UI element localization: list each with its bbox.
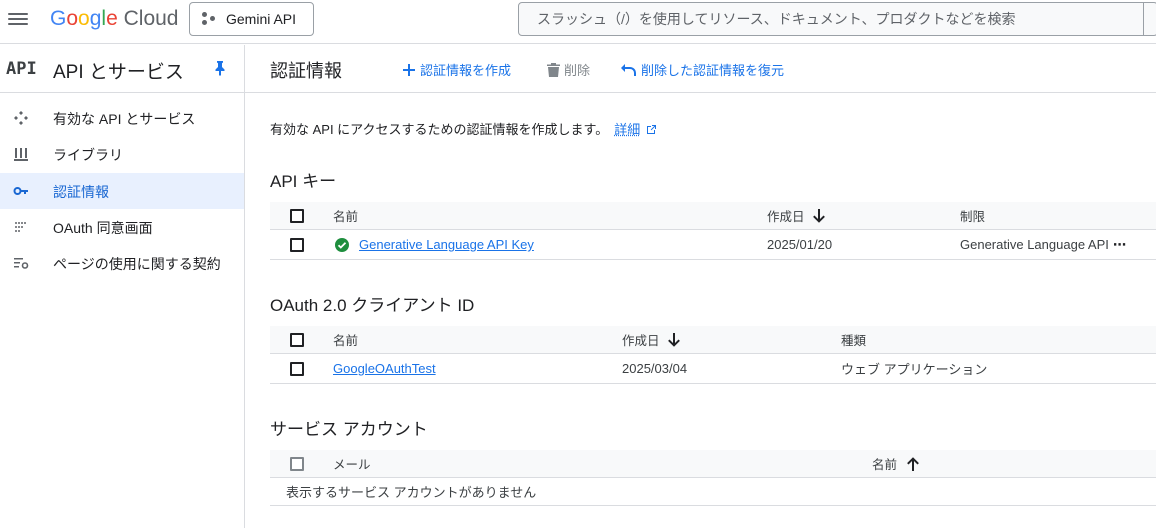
sidebar-item-enabled-apis[interactable]: 有効な API とサービス (0, 100, 244, 136)
undo-icon (621, 64, 637, 76)
pin-icon[interactable] (213, 60, 227, 76)
col-created[interactable]: 作成日 (767, 202, 825, 229)
sidebar-item-label: 有効な API とサービス (53, 109, 195, 129)
type-cell: ウェブ アプリケーション (841, 354, 987, 383)
empty-state-row: 表示するサービス アカウントがありません (270, 478, 1156, 506)
project-icon (202, 12, 216, 26)
arrow-down-icon (668, 333, 680, 347)
search-input[interactable]: スラッシュ（/）を使用してリソース、ドキュメント、プロダクトなどを検索 (518, 2, 1156, 36)
select-all-checkbox[interactable] (290, 457, 304, 471)
col-type: 種類 (841, 326, 866, 353)
row-checkbox-cell (290, 230, 304, 259)
select-all-checkbox[interactable] (290, 333, 304, 347)
sidebar: API API とサービス 有効な API とサービス ライブラリ 認証情報 O… (0, 45, 245, 528)
sidebar-header: API API とサービス (0, 45, 244, 93)
table-row: Generative Language API Key 2025/01/20 G… (270, 230, 1156, 260)
sidebar-item-label: ライブラリ (53, 145, 123, 165)
plus-icon (402, 63, 416, 77)
table-header: 名前 作成日 制限 (270, 202, 1156, 230)
table-header: 名前 作成日 種類 (270, 326, 1156, 354)
sidebar-item-oauth-consent[interactable]: OAuth 同意画面 (0, 209, 244, 245)
row-checkbox[interactable] (290, 362, 304, 376)
google-cloud-logo[interactable]: Google Cloud (50, 8, 178, 30)
delete-button[interactable]: 削除 (547, 60, 590, 79)
name-cell: Generative Language API Key (335, 230, 534, 259)
col-email: メール (333, 450, 371, 477)
api-badge-icon: API (6, 59, 37, 79)
consent-icon (13, 219, 29, 235)
select-all-checkbox-cell (290, 202, 304, 229)
search-placeholder: スラッシュ（/）を使用してリソース、ドキュメント、プロダクトなどを検索 (537, 9, 1016, 29)
intro-text: 有効な API にアクセスするための認証情報を作成します。 詳細 (270, 119, 657, 138)
sidebar-title: API とサービス (53, 57, 184, 84)
col-name: 名前 (333, 202, 358, 229)
col-name-label: 名前 (872, 454, 897, 473)
api-services-icon (13, 110, 29, 126)
col-created-label: 作成日 (767, 206, 805, 225)
table-row: GoogleOAuthTest 2025/03/04 ウェブ アプリケーション (270, 354, 1156, 384)
restore-deleted-button[interactable]: 削除した認証情報を復元 (621, 60, 784, 79)
main-content: 認証情報 認証情報を作成 削除 削除した認証情報を復元 有効な API にアクセ… (245, 45, 1156, 528)
service-accounts-table: メール 名前 表示するサービス アカウントがありません (270, 450, 1156, 506)
arrow-down-icon (813, 209, 825, 223)
table-header: メール 名前 (270, 450, 1156, 478)
learn-more-label: 詳細 (614, 122, 640, 137)
api-keys-title: API キー (270, 167, 336, 192)
sidebar-item-credentials[interactable]: 認証情報 (0, 173, 244, 209)
row-checkbox[interactable] (290, 238, 304, 252)
key-icon (13, 183, 29, 199)
search-divider (1143, 2, 1144, 36)
more-actions-icon[interactable]: ⋯ (1113, 230, 1126, 259)
name-cell: GoogleOAuthTest (333, 354, 436, 383)
page-header: 認証情報 認証情報を作成 削除 削除した認証情報を復元 (245, 45, 1156, 93)
external-link-icon (646, 124, 657, 135)
sidebar-item-page-usage[interactable]: ページの使用に関する契約 (0, 245, 244, 281)
col-created[interactable]: 作成日 (622, 326, 680, 353)
api-key-link[interactable]: Generative Language API Key (359, 237, 534, 252)
create-credentials-label: 認証情報を作成 (420, 60, 511, 79)
trash-icon (547, 63, 560, 77)
oauth-title: OAuth 2.0 クライアント ID (270, 291, 474, 316)
create-credentials-button[interactable]: 認証情報を作成 (402, 60, 511, 79)
learn-more-link[interactable]: 詳細 (614, 122, 640, 137)
service-accounts-title: サービス アカウント (270, 415, 428, 440)
page-title: 認証情報 (270, 57, 342, 83)
library-icon (13, 146, 29, 162)
col-restriction: 制限 (960, 202, 985, 229)
check-circle-icon (335, 238, 349, 252)
col-name[interactable]: 名前 (872, 450, 919, 477)
oauth-client-link[interactable]: GoogleOAuthTest (333, 361, 436, 376)
col-name: 名前 (333, 326, 358, 353)
created-cell: 2025/03/04 (622, 354, 687, 383)
select-all-checkbox-cell (290, 450, 304, 477)
empty-state-text: 表示するサービス アカウントがありません (286, 478, 536, 505)
oauth-table: 名前 作成日 種類 GoogleOAuthTest 2025/03/04 ウェブ… (270, 326, 1156, 384)
project-label: Gemini API (226, 11, 296, 27)
row-checkbox-cell (290, 354, 304, 383)
arrow-up-icon (907, 457, 919, 471)
delete-label: 削除 (564, 60, 590, 79)
intro-description: 有効な API にアクセスするための認証情報を作成します。 (270, 122, 608, 137)
sidebar-item-library[interactable]: ライブラリ (0, 136, 244, 172)
settings-list-icon (13, 255, 29, 271)
created-cell: 2025/01/20 (767, 230, 832, 259)
restore-label: 削除した認証情報を復元 (641, 60, 784, 79)
select-all-checkbox[interactable] (290, 209, 304, 223)
sidebar-item-label: 認証情報 (53, 182, 109, 202)
col-created-label: 作成日 (622, 330, 660, 349)
project-selector-button[interactable]: Gemini API (189, 2, 314, 36)
api-keys-table: 名前 作成日 制限 Generative Language API Key 20… (270, 202, 1156, 260)
select-all-checkbox-cell (290, 326, 304, 353)
top-bar: Google Cloud Gemini API スラッシュ（/）を使用してリソー… (0, 0, 1156, 44)
sidebar-item-label: OAuth 同意画面 (53, 218, 153, 238)
menu-icon[interactable] (8, 10, 28, 28)
sidebar-item-label: ページの使用に関する契約 (53, 254, 221, 274)
restriction-cell: Generative Language API (960, 230, 1109, 259)
